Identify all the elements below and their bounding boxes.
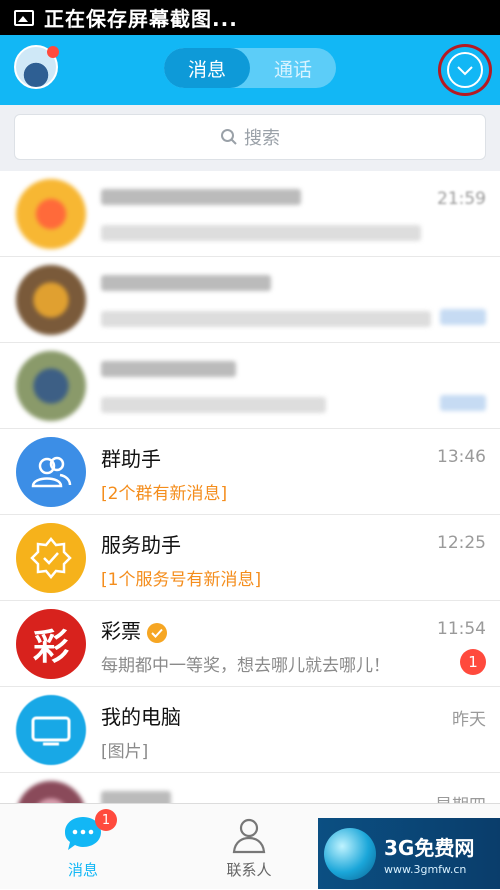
blurred-preview bbox=[101, 397, 326, 413]
timestamp: 12:25 bbox=[437, 533, 486, 553]
unread-badge: 1 bbox=[460, 649, 486, 675]
status-bar: 正在保存屏幕截图... bbox=[0, 0, 500, 35]
conversation-name: 服务助手 bbox=[101, 533, 181, 557]
avatar bbox=[16, 351, 86, 421]
timestamp: 11:54 bbox=[437, 619, 486, 639]
tab-contacts[interactable]: 联系人 bbox=[166, 804, 332, 890]
conversation-name: 群助手 bbox=[101, 447, 161, 471]
conversation-preview: [图片] bbox=[101, 742, 149, 762]
unread-badge: 1 bbox=[95, 809, 117, 831]
service-badge-icon bbox=[16, 523, 86, 593]
contact-icon bbox=[229, 815, 269, 855]
timestamp: 13:46 bbox=[437, 447, 486, 467]
avatar bbox=[16, 265, 86, 335]
group-icon bbox=[16, 437, 86, 507]
chevron-down-icon bbox=[447, 52, 483, 88]
header: 消息 通话 bbox=[0, 35, 500, 105]
computer-icon bbox=[16, 695, 86, 765]
timestamp: 昨天 bbox=[452, 710, 486, 730]
blurred-name bbox=[101, 275, 271, 291]
list-item[interactable]: 服务助手 [1个服务号有新消息] 12:25 bbox=[0, 515, 500, 601]
blurred-preview bbox=[101, 225, 421, 241]
globe-icon bbox=[324, 827, 376, 880]
conversation-preview: [1个服务号有新消息] bbox=[101, 570, 262, 590]
conversation-name: 彩票 bbox=[101, 615, 167, 644]
blurred-badge bbox=[440, 395, 486, 411]
tab-switcher: 消息 通话 bbox=[164, 48, 336, 88]
watermark: 3G免费网 www.3gmfw.cn bbox=[318, 818, 500, 889]
list-item[interactable]: 21:59 bbox=[0, 171, 500, 257]
status-text: 正在保存屏幕截图... bbox=[44, 7, 238, 31]
blurred-name bbox=[101, 361, 236, 377]
tab-label: 消息 bbox=[67, 861, 98, 879]
image-icon bbox=[14, 9, 34, 26]
list-item[interactable]: 我的电脑 [图片] 昨天 bbox=[0, 687, 500, 773]
list-item[interactable]: 彩 彩票 每期都中一等奖，想去哪儿就去哪儿！ 11:54 1 bbox=[0, 601, 500, 687]
avatar bbox=[16, 179, 86, 249]
search-input[interactable]: 搜索 bbox=[14, 114, 486, 160]
tab-messages-bottom[interactable]: 1 消息 bbox=[0, 804, 166, 890]
conversation-preview: 每期都中一等奖，想去哪儿就去哪儿！ bbox=[101, 656, 390, 676]
verified-icon bbox=[147, 622, 167, 643]
tab-label: 联系人 bbox=[226, 861, 272, 879]
list-item[interactable] bbox=[0, 343, 500, 429]
search-area: 搜索 bbox=[0, 105, 500, 171]
search-icon bbox=[221, 129, 237, 145]
tab-calls[interactable]: 通话 bbox=[250, 48, 336, 88]
watermark-title: 3G免费网 bbox=[384, 835, 475, 860]
list-item[interactable]: 群助手 [2个群有新消息] 13:46 bbox=[0, 429, 500, 515]
conversation-name-text: 彩票 bbox=[101, 619, 141, 643]
avatar: 彩 bbox=[16, 609, 86, 679]
conversation-preview: [2个群有新消息] bbox=[101, 484, 228, 504]
chat-bubble-icon: 1 bbox=[63, 809, 117, 855]
search-placeholder: 搜索 bbox=[244, 128, 280, 149]
list-item[interactable] bbox=[0, 257, 500, 343]
watermark-url: www.3gmfw.cn bbox=[384, 862, 467, 876]
dropdown-button[interactable] bbox=[438, 44, 492, 96]
blurred-preview bbox=[101, 311, 431, 327]
tab-messages[interactable]: 消息 bbox=[164, 48, 250, 88]
timestamp: 21:59 bbox=[437, 189, 486, 209]
blurred-name bbox=[101, 189, 301, 205]
blurred-badge bbox=[440, 309, 486, 325]
conversation-name: 我的电脑 bbox=[101, 705, 181, 729]
notification-dot bbox=[47, 46, 59, 58]
